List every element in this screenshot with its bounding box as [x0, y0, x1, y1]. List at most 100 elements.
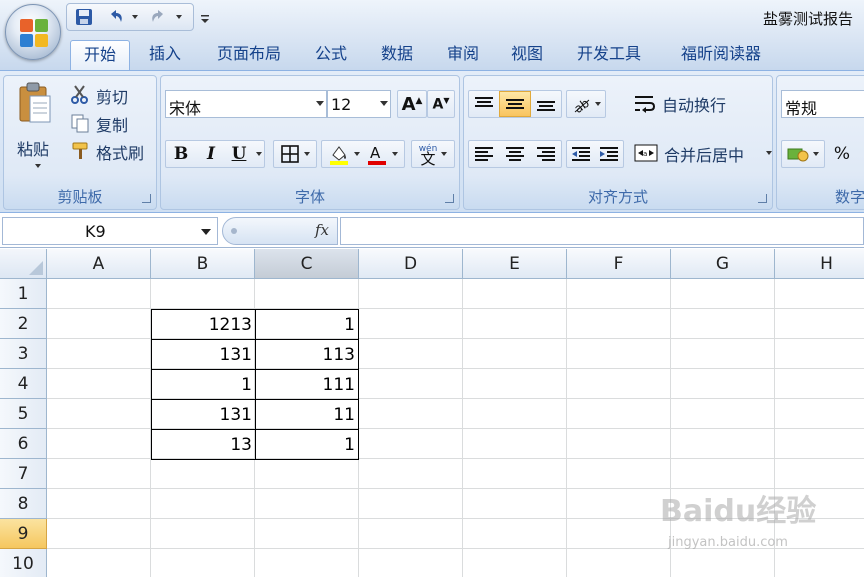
row-header-1[interactable]: 1 [0, 279, 47, 309]
column-header-d[interactable]: D [359, 249, 463, 279]
cell-g6[interactable] [671, 429, 775, 459]
cell-e2[interactable] [463, 309, 567, 339]
name-box[interactable]: K9 [2, 217, 218, 245]
row-header-6[interactable]: 6 [0, 429, 47, 459]
cell-d10[interactable] [359, 549, 463, 577]
cell-b5[interactable]: 131 [151, 399, 256, 430]
cell-c8[interactable] [255, 489, 359, 519]
cell-h2[interactable] [775, 309, 864, 339]
tab-foxit-reader[interactable]: 福昕阅读器 [666, 40, 776, 70]
cell-g4[interactable] [671, 369, 775, 399]
font-size-select[interactable]: 12 [327, 90, 391, 118]
cell-d2[interactable] [359, 309, 463, 339]
row-header-10[interactable]: 10 [0, 549, 47, 577]
align-top-button[interactable] [469, 96, 499, 112]
row-header-4[interactable]: 4 [0, 369, 47, 399]
cell-h7[interactable] [775, 459, 864, 489]
accounting-format-button[interactable] [781, 140, 825, 168]
row-header-8[interactable]: 8 [0, 489, 47, 519]
column-header-c[interactable]: C [255, 249, 359, 279]
cell-b6[interactable]: 13 [151, 429, 256, 460]
cell-h5[interactable] [775, 399, 864, 429]
cell-h3[interactable] [775, 339, 864, 369]
column-header-b[interactable]: B [151, 249, 255, 279]
cell-f10[interactable] [567, 549, 671, 577]
undo-dropdown-icon[interactable] [127, 7, 139, 27]
decrease-indent-button[interactable] [567, 146, 595, 162]
italic-button[interactable]: I [196, 144, 226, 164]
cut-button[interactable]: 剪切 [68, 82, 154, 108]
cell-e4[interactable] [463, 369, 567, 399]
cell-d7[interactable] [359, 459, 463, 489]
cell-e9[interactable] [463, 519, 567, 549]
formula-bar-handle-icon[interactable] [231, 228, 237, 234]
number-format-select[interactable]: 常规 [781, 90, 864, 118]
customize-qat-icon[interactable] [198, 9, 212, 29]
cell-f3[interactable] [567, 339, 671, 369]
increase-indent-button[interactable] [595, 146, 623, 162]
cell-c6[interactable]: 1 [255, 429, 359, 460]
cell-d3[interactable] [359, 339, 463, 369]
cell-d6[interactable] [359, 429, 463, 459]
redo-icon[interactable] [147, 7, 169, 27]
cell-b7[interactable] [151, 459, 255, 489]
bold-button[interactable]: B [166, 144, 196, 164]
column-header-h[interactable]: H [775, 249, 864, 279]
cell-g10[interactable] [671, 549, 775, 577]
undo-icon[interactable] [105, 7, 127, 27]
font-color-button[interactable]: A [366, 143, 398, 165]
cell-f6[interactable] [567, 429, 671, 459]
cell-h1[interactable] [775, 279, 864, 309]
cell-a4[interactable] [47, 369, 151, 399]
cell-d8[interactable] [359, 489, 463, 519]
merge-center-button[interactable]: a 合并后居中 [626, 138, 772, 168]
shrink-font-button[interactable]: A▼ [427, 90, 455, 118]
font-name-select[interactable]: 宋体 [165, 90, 327, 118]
tab-data[interactable]: 数据 [370, 40, 424, 70]
row-header-9[interactable]: 9 [0, 519, 47, 549]
underline-dropdown-icon[interactable] [256, 152, 262, 156]
cell-h10[interactable] [775, 549, 864, 577]
paste-button[interactable]: 粘贴 [12, 80, 58, 172]
cell-a3[interactable] [47, 339, 151, 369]
cell-d5[interactable] [359, 399, 463, 429]
cell-d9[interactable] [359, 519, 463, 549]
cell-a2[interactable] [47, 309, 151, 339]
row-header-3[interactable]: 3 [0, 339, 47, 369]
grow-font-button[interactable]: A▲ [397, 90, 427, 118]
cell-b1[interactable] [151, 279, 255, 309]
cell-f1[interactable] [567, 279, 671, 309]
column-header-e[interactable]: E [463, 249, 567, 279]
cell-c2[interactable]: 1 [255, 309, 359, 340]
cell-d4[interactable] [359, 369, 463, 399]
tab-formulas[interactable]: 公式 [304, 40, 358, 70]
row-header-2[interactable]: 2 [0, 309, 47, 339]
formula-input[interactable] [340, 217, 864, 245]
cell-c7[interactable] [255, 459, 359, 489]
cell-e6[interactable] [463, 429, 567, 459]
cell-b3[interactable]: 131 [151, 339, 256, 370]
cell-e5[interactable] [463, 399, 567, 429]
cell-c3[interactable]: 113 [255, 339, 359, 370]
cell-g5[interactable] [671, 399, 775, 429]
cell-b9[interactable] [151, 519, 255, 549]
cell-a6[interactable] [47, 429, 151, 459]
cell-b2[interactable]: 1213 [151, 309, 256, 340]
cell-e3[interactable] [463, 339, 567, 369]
cell-a9[interactable] [47, 519, 151, 549]
underline-button[interactable]: U [226, 144, 252, 164]
tab-developer[interactable]: 开发工具 [563, 40, 655, 70]
orientation-button[interactable]: ab [566, 90, 606, 118]
name-box-dropdown-icon[interactable] [201, 229, 211, 235]
cell-e7[interactable] [463, 459, 567, 489]
redo-dropdown-icon[interactable] [171, 7, 183, 27]
phonetic-guide-button[interactable]: wén 文 [411, 140, 455, 168]
office-button[interactable] [5, 4, 61, 60]
cell-f8[interactable] [567, 489, 671, 519]
cell-h4[interactable] [775, 369, 864, 399]
cell-f4[interactable] [567, 369, 671, 399]
column-header-a[interactable]: A [47, 249, 151, 279]
tab-view[interactable]: 视图 [500, 40, 554, 70]
cell-g2[interactable] [671, 309, 775, 339]
tab-review[interactable]: 审阅 [436, 40, 490, 70]
